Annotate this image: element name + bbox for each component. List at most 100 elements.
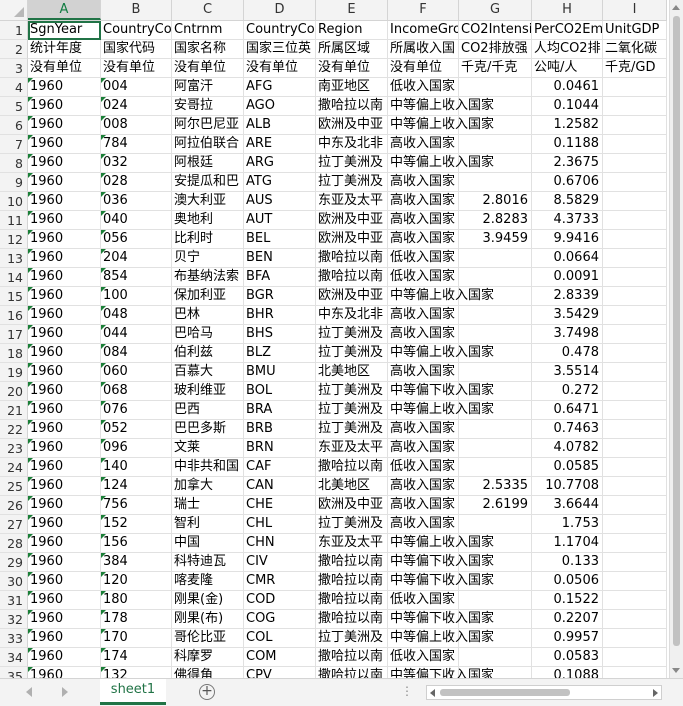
cell-g2[interactable]: CO2排放强 <box>459 40 532 59</box>
cell-h34[interactable]: 0.0583 <box>532 648 603 667</box>
column-header-i[interactable]: I <box>603 0 667 20</box>
cell-h30[interactable]: 0.0506 <box>532 572 603 591</box>
cell-c14[interactable]: 布基纳法索 <box>172 268 244 287</box>
cell-i8[interactable] <box>603 154 667 173</box>
cell-d17[interactable]: BHS <box>244 325 316 344</box>
cell-i32[interactable] <box>603 610 667 629</box>
cell-h3[interactable]: 公吨/人 <box>532 59 603 78</box>
cell-e34[interactable]: 撒哈拉以南 <box>316 648 388 667</box>
row-header[interactable]: 26 <box>0 496 28 515</box>
column-header-b[interactable]: B <box>101 0 172 20</box>
cell-i21[interactable] <box>603 401 667 420</box>
row-header[interactable]: 15 <box>0 287 28 306</box>
cell-b5[interactable]: 024 <box>101 97 172 116</box>
cell-i18[interactable] <box>603 344 667 363</box>
cell-d3[interactable]: 没有单位 <box>244 59 316 78</box>
cell-g25[interactable]: 2.5335 <box>459 477 532 496</box>
cell-f2[interactable]: 所属收入国 <box>388 40 459 59</box>
cell-c25[interactable]: 加拿大 <box>172 477 244 496</box>
cell-c12[interactable]: 比利时 <box>172 230 244 249</box>
cell-i26[interactable] <box>603 496 667 515</box>
cell-e1[interactable]: Region <box>316 21 388 40</box>
row-header[interactable]: 23 <box>0 439 28 458</box>
cell-c11[interactable]: 奥地利 <box>172 211 244 230</box>
cell-e14[interactable]: 撒哈拉以南 <box>316 268 388 287</box>
cell-e10[interactable]: 东亚及太平 <box>316 192 388 211</box>
cell-d23[interactable]: BRN <box>244 439 316 458</box>
cell-g3[interactable]: 千克/千克 <box>459 59 532 78</box>
cell-g4[interactable] <box>459 78 532 97</box>
row-header[interactable]: 14 <box>0 268 28 287</box>
cell-d18[interactable]: BLZ <box>244 344 316 363</box>
cell-i16[interactable] <box>603 306 667 325</box>
cell-f7[interactable]: 高收入国家 <box>388 135 459 154</box>
cell-c1[interactable]: Cntrnm <box>172 21 244 40</box>
row-header[interactable]: 6 <box>0 116 28 135</box>
cell-a19[interactable]: 1960 <box>28 363 101 382</box>
cell-b25[interactable]: 124 <box>101 477 172 496</box>
cell-b24[interactable]: 140 <box>101 458 172 477</box>
cell-i33[interactable] <box>603 629 667 648</box>
cell-c27[interactable]: 智利 <box>172 515 244 534</box>
cell-h7[interactable]: 0.1188 <box>532 135 603 154</box>
cell-i31[interactable] <box>603 591 667 610</box>
scroll-left-arrow-icon[interactable] <box>430 689 435 697</box>
cell-d16[interactable]: BHR <box>244 306 316 325</box>
cell-b4[interactable]: 004 <box>101 78 172 97</box>
cell-c24[interactable]: 中非共和国 <box>172 458 244 477</box>
cell-b23[interactable]: 096 <box>101 439 172 458</box>
cell-h16[interactable]: 3.5429 <box>532 306 603 325</box>
previous-sheet-icon[interactable] <box>26 687 32 697</box>
cell-g10[interactable]: 2.8016 <box>459 192 532 211</box>
cell-i25[interactable] <box>603 477 667 496</box>
cell-g11[interactable]: 2.8283 <box>459 211 532 230</box>
cell-f14[interactable]: 低收入国家 <box>388 268 459 287</box>
row-header[interactable]: 25 <box>0 477 28 496</box>
cell-b7[interactable]: 784 <box>101 135 172 154</box>
cell-e4[interactable]: 南亚地区 <box>316 78 388 97</box>
cell-i20[interactable] <box>603 382 667 401</box>
column-header-h[interactable]: H <box>532 0 603 20</box>
row-header[interactable]: 11 <box>0 211 28 230</box>
cell-f17[interactable]: 高收入国家 <box>388 325 459 344</box>
cell-c29[interactable]: 科特迪瓦 <box>172 553 244 572</box>
cell-i35[interactable] <box>603 667 667 678</box>
cell-d5[interactable]: AGO <box>244 97 316 116</box>
cell-h31[interactable]: 0.1522 <box>532 591 603 610</box>
cell-g12[interactable]: 3.9459 <box>459 230 532 249</box>
cell-h17[interactable]: 3.7498 <box>532 325 603 344</box>
select-all-corner[interactable] <box>0 0 28 20</box>
cell-e22[interactable]: 拉丁美洲及 <box>316 420 388 439</box>
cell-h18[interactable]: 0.478 <box>532 344 603 363</box>
cell-h29[interactable]: 0.133 <box>532 553 603 572</box>
cell-i13[interactable] <box>603 249 667 268</box>
cell-c13[interactable]: 贝宁 <box>172 249 244 268</box>
cell-e5[interactable]: 撒哈拉以南 <box>316 97 388 116</box>
cell-b33[interactable]: 170 <box>101 629 172 648</box>
cell-c2[interactable]: 国家名称 <box>172 40 244 59</box>
cell-h20[interactable]: 0.272 <box>532 382 603 401</box>
column-header-a[interactable]: A <box>28 0 101 20</box>
cell-b19[interactable]: 060 <box>101 363 172 382</box>
cell-c8[interactable]: 阿根廷 <box>172 154 244 173</box>
cell-a12[interactable]: 1960 <box>28 230 101 249</box>
cell-h26[interactable]: 3.6644 <box>532 496 603 515</box>
cell-h22[interactable]: 0.7463 <box>532 420 603 439</box>
cell-a5[interactable]: 1960 <box>28 97 101 116</box>
row-header[interactable]: 31 <box>0 591 28 610</box>
cell-d30[interactable]: CMR <box>244 572 316 591</box>
sheet-tab-sheet1[interactable]: sheet1 <box>100 679 166 705</box>
row-header[interactable]: 30 <box>0 572 28 591</box>
cell-b21[interactable]: 076 <box>101 401 172 420</box>
cell-c9[interactable]: 安提瓜和巴 <box>172 173 244 192</box>
cell-h27[interactable]: 1.753 <box>532 515 603 534</box>
column-header-c[interactable]: C <box>172 0 244 20</box>
cell-b2[interactable]: 国家代码 <box>101 40 172 59</box>
cell-a15[interactable]: 1960 <box>28 287 101 306</box>
cell-e9[interactable]: 拉丁美洲及 <box>316 173 388 192</box>
cell-h13[interactable]: 0.0664 <box>532 249 603 268</box>
cell-h2[interactable]: 人均CO2排 <box>532 40 603 59</box>
cell-c22[interactable]: 巴巴多斯 <box>172 420 244 439</box>
cell-a20[interactable]: 1960 <box>28 382 101 401</box>
cell-e31[interactable]: 撒哈拉以南 <box>316 591 388 610</box>
